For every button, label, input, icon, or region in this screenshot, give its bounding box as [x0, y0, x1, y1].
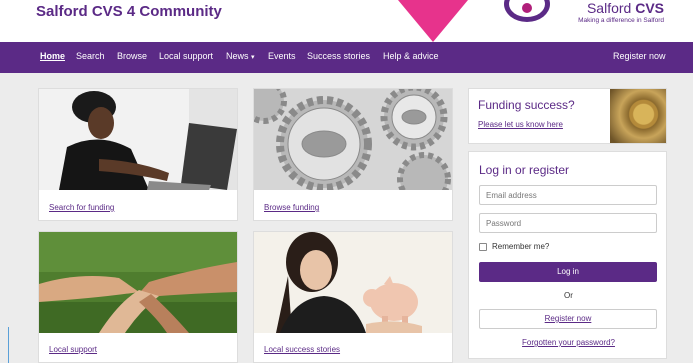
register-button[interactable]: Register now: [479, 309, 657, 329]
gears-image[interactable]: [254, 89, 452, 190]
login-panel: Log in or register Remember me? Log in O…: [468, 151, 667, 359]
chevron-down-icon: ▾: [251, 54, 255, 61]
nav-news[interactable]: News ▾: [226, 51, 255, 61]
coins-image: [610, 89, 666, 143]
site-header: Salford CVS 4 Community Salford CVS Maki…: [0, 0, 693, 42]
nav-register[interactable]: Register now: [613, 51, 666, 61]
tile-search-funding[interactable]: Search for funding: [38, 88, 238, 221]
woman-laptop-image[interactable]: [39, 89, 237, 190]
logo-tagline: Making a difference in Salford: [578, 17, 664, 24]
funding-success-box: Funding success? Please let us know here: [468, 88, 667, 144]
nav-search[interactable]: Search: [76, 51, 105, 61]
browse-funding-link[interactable]: Browse funding: [264, 203, 319, 212]
logo-person-icon: [522, 3, 532, 13]
decorative-triangle: [398, 0, 468, 42]
nav-events[interactable]: Events: [268, 51, 296, 61]
login-button[interactable]: Log in: [479, 262, 657, 282]
nav-help-advice[interactable]: Help & advice: [383, 51, 439, 61]
success-stories-link[interactable]: Local success stories: [264, 345, 340, 354]
salford-cvs-logo[interactable]: Salford CVS Making a difference in Salfo…: [504, 0, 664, 42]
local-support-link[interactable]: Local support: [49, 345, 97, 354]
woman-piggybank-image[interactable]: [254, 232, 452, 333]
nav-home[interactable]: Home: [40, 51, 65, 61]
login-title: Log in or register: [479, 163, 570, 177]
linked-hands-image[interactable]: [39, 232, 237, 333]
site-title[interactable]: Salford CVS 4 Community: [36, 3, 222, 20]
edge-divider: [8, 327, 9, 363]
remember-me-checkbox[interactable]: [479, 242, 487, 251]
remember-me[interactable]: Remember me?: [479, 242, 549, 251]
tile-browse-funding[interactable]: Browse funding: [253, 88, 453, 221]
forgot-password-link[interactable]: Forgotten your password?: [469, 338, 668, 347]
funding-success-link[interactable]: Please let us know here: [478, 120, 563, 129]
nav-browse[interactable]: Browse: [117, 51, 147, 61]
tile-success-stories[interactable]: Local success stories: [253, 231, 453, 363]
logo-name: Salford CVS: [586, 0, 664, 16]
password-field[interactable]: [479, 213, 657, 233]
main-nav: Home Search Browse Local support News ▾ …: [0, 42, 693, 73]
email-field[interactable]: [479, 185, 657, 205]
remember-me-label: Remember me?: [492, 242, 550, 251]
tile-local-support[interactable]: Local support: [38, 231, 238, 363]
funding-success-title: Funding success?: [478, 98, 575, 112]
nav-news-label: News: [226, 51, 249, 61]
search-funding-link[interactable]: Search for funding: [49, 203, 114, 212]
nav-local-support[interactable]: Local support: [159, 51, 213, 61]
nav-success-stories[interactable]: Success stories: [307, 51, 370, 61]
or-divider: Or: [564, 291, 573, 300]
